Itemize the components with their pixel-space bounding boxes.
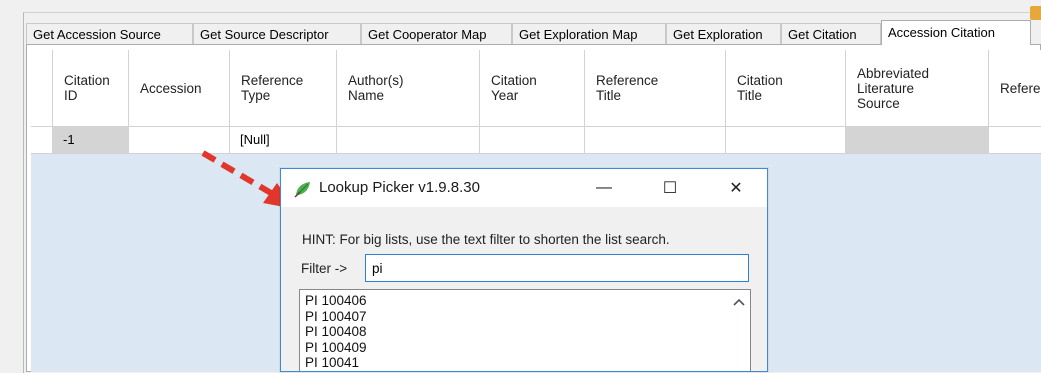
column-header-citation-title[interactable]: Citation Title bbox=[726, 50, 846, 126]
lookup-picker-dialog: Lookup Picker v1.9.8.30 — ☐ ✕ HINT: For … bbox=[280, 168, 768, 372]
tab-bar: Get Accession Source Get Source Descript… bbox=[26, 20, 1041, 45]
list-item[interactable]: PI 100409 bbox=[305, 340, 725, 356]
cell-abbreviated-literature-source[interactable] bbox=[846, 127, 989, 153]
column-header-citation-year[interactable]: Citation Year bbox=[480, 50, 585, 126]
grid-header: Citation ID Accession Reference Type Aut… bbox=[31, 50, 1041, 127]
column-header-citation-id[interactable]: Citation ID bbox=[53, 50, 129, 126]
cell-reference-title[interactable] bbox=[585, 127, 726, 153]
tab-label: Get Exploration bbox=[673, 27, 763, 42]
list-item[interactable]: PI 100406 bbox=[305, 293, 725, 309]
cell-citation-id[interactable]: -1 bbox=[53, 127, 129, 153]
filter-label: Filter -> bbox=[301, 261, 348, 276]
column-header-authors-name[interactable]: Author(s) Name bbox=[337, 50, 480, 126]
tab-get-source-descriptor[interactable]: Get Source Descriptor bbox=[193, 23, 361, 44]
tab-label: Get Cooperator Map bbox=[368, 27, 487, 42]
tab-label: Get Citation bbox=[788, 27, 857, 42]
lookup-listbox[interactable]: PI 100406 PI 100407 PI 100408 PI 100409 … bbox=[299, 289, 751, 371]
tab-get-exploration-map[interactable]: Get Exploration Map bbox=[512, 23, 666, 44]
tab-accession-citation[interactable]: Accession Citation bbox=[881, 20, 1031, 45]
column-header-abbreviated-literature-source[interactable]: Abbreviated Literature Source bbox=[846, 50, 989, 126]
tab-label: Get Accession Source bbox=[33, 27, 161, 42]
column-header-reference[interactable]: Refere bbox=[989, 50, 1041, 126]
tab-label: Get Exploration Map bbox=[519, 27, 638, 42]
cell-citation-year[interactable] bbox=[480, 127, 585, 153]
tab-label: Accession Citation bbox=[888, 25, 995, 40]
tab-label: Get Source Descriptor bbox=[200, 27, 329, 42]
tab-get-accession-source[interactable]: Get Accession Source bbox=[26, 23, 193, 44]
list-item[interactable]: PI 100408 bbox=[305, 324, 725, 340]
tab-get-exploration[interactable]: Get Exploration bbox=[666, 23, 781, 44]
maximize-button[interactable]: ☐ bbox=[647, 169, 693, 207]
filter-input[interactable] bbox=[365, 254, 749, 282]
list-item[interactable]: PI 100407 bbox=[305, 309, 725, 325]
cell-citation-title[interactable] bbox=[726, 127, 846, 153]
row-header-cell[interactable] bbox=[31, 127, 53, 153]
minimize-button[interactable]: — bbox=[581, 169, 627, 207]
column-header-reference-type[interactable]: Reference Type bbox=[230, 50, 337, 126]
minimize-icon: — bbox=[596, 179, 612, 196]
table-row: -1 [Null] bbox=[31, 127, 1041, 154]
row-header-column bbox=[31, 50, 53, 126]
close-button[interactable]: ✕ bbox=[713, 169, 759, 207]
chevron-up-icon[interactable] bbox=[732, 296, 746, 310]
tab-get-citation[interactable]: Get Citation bbox=[781, 23, 881, 44]
dialog-titlebar[interactable]: Lookup Picker v1.9.8.30 — ☐ ✕ bbox=[281, 169, 767, 207]
column-header-accession[interactable]: Accession bbox=[129, 50, 230, 126]
cell-reference[interactable] bbox=[989, 127, 1041, 153]
tab-get-cooperator-map[interactable]: Get Cooperator Map bbox=[361, 23, 512, 44]
cell-authors-name[interactable] bbox=[337, 127, 480, 153]
close-icon: ✕ bbox=[729, 180, 743, 197]
hint-text: HINT: For big lists, use the text filter… bbox=[302, 232, 670, 247]
list-items: PI 100406 PI 100407 PI 100408 PI 100409 … bbox=[305, 293, 725, 371]
left-margin bbox=[0, 0, 25, 372]
dialog-title: Lookup Picker v1.9.8.30 bbox=[319, 179, 480, 196]
list-item[interactable]: PI 10041 bbox=[305, 355, 725, 371]
maximize-icon: ☐ bbox=[662, 180, 678, 197]
column-header-reference-title[interactable]: Reference Title bbox=[585, 50, 726, 126]
tab-overflow-icon[interactable] bbox=[1030, 6, 1041, 20]
app-leaf-icon bbox=[294, 182, 310, 198]
